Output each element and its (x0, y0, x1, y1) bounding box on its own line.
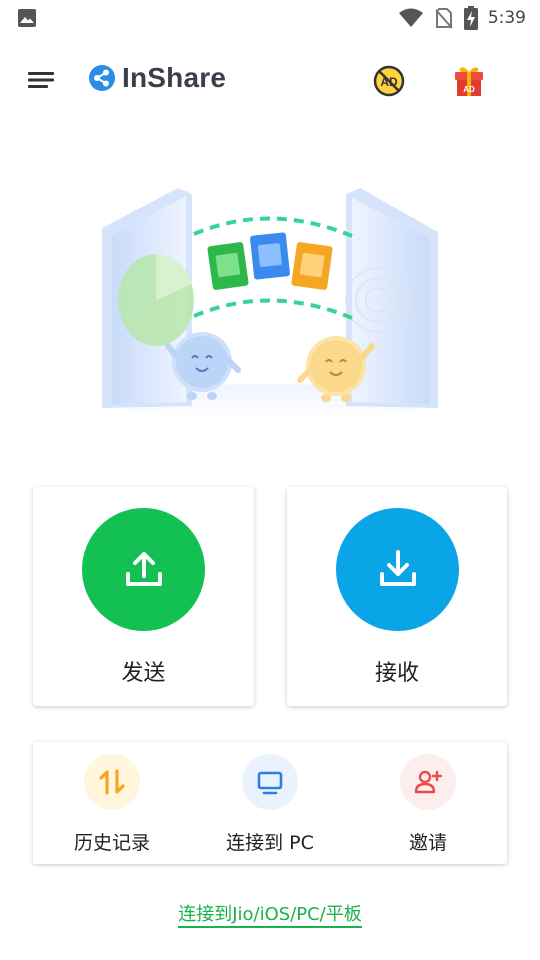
app-bar: InShare AD AD (0, 52, 540, 108)
transfer-arc-bottom (193, 298, 353, 320)
menu-icon[interactable] (26, 66, 58, 94)
invite-user-icon (414, 770, 443, 794)
app-file-tile (250, 232, 290, 280)
history-icon-circle (84, 754, 140, 810)
monitor-icon (257, 771, 283, 795)
history-tool[interactable]: 历史记录 (33, 742, 191, 864)
tools-card: 历史记录 连接到 PC 邀请 (33, 742, 507, 864)
gift-icon[interactable]: AD (451, 62, 487, 98)
receive-button[interactable] (336, 508, 459, 631)
wifi-icon (398, 8, 423, 27)
photo-icon (18, 9, 36, 27)
invite-icon-circle (400, 754, 456, 810)
status-bar: 5:39 (0, 0, 540, 36)
send-label: 发送 (121, 661, 166, 686)
share-logo-icon (89, 65, 115, 91)
battery-charging-icon (463, 6, 478, 30)
upload-icon (125, 551, 162, 586)
send-button[interactable] (82, 508, 205, 631)
connect-devices-link[interactable]: 连接到Jio/iOS/PC/平板 (178, 904, 362, 928)
image-file-tile (291, 242, 333, 290)
status-icons: 5:39 (398, 6, 526, 30)
gift-badge-text: AD (463, 85, 475, 94)
hero-illustration (102, 188, 438, 420)
app-name: InShare (122, 62, 227, 93)
connect-pc-label: 连接到 PC (226, 832, 314, 854)
download-icon (379, 549, 416, 586)
video-file-tile (207, 242, 249, 290)
receive-label: 接收 (374, 661, 419, 686)
no-sim-icon (435, 8, 453, 29)
pc-icon-circle (242, 754, 298, 810)
no-ads-icon[interactable]: AD (372, 64, 406, 98)
transfer-arc-top (193, 216, 353, 238)
app-logo: InShare (88, 62, 226, 94)
invite-label: 邀请 (408, 832, 447, 854)
history-label: 历史记录 (73, 832, 150, 854)
invite-tool[interactable]: 邀请 (349, 742, 507, 864)
connect-pc-tool[interactable]: 连接到 PC (191, 742, 349, 864)
clock: 5:39 (487, 8, 526, 28)
send-card[interactable]: 发送 (33, 487, 254, 706)
connect-devices-link-row: 连接到Jio/iOS/PC/平板 (0, 900, 540, 928)
receive-card[interactable]: 接收 (287, 487, 507, 706)
history-transfer-icon (99, 769, 125, 795)
